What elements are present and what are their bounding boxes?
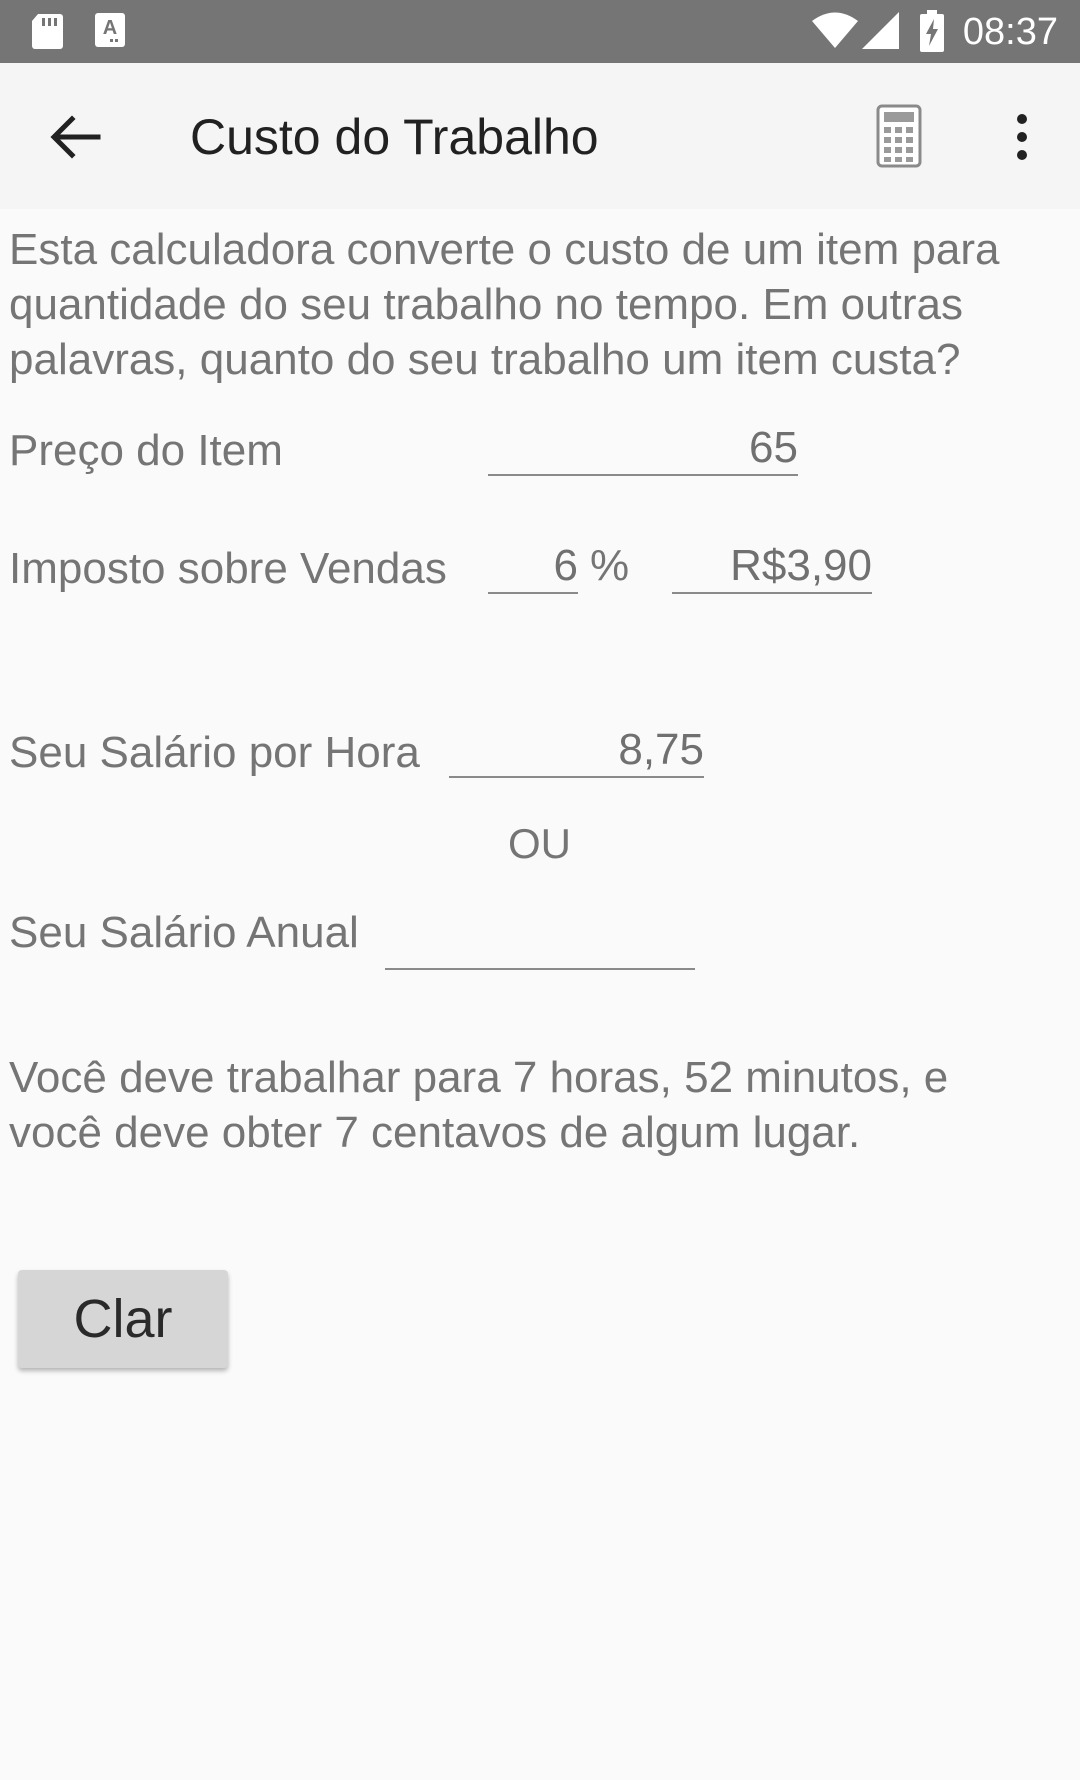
overflow-menu-button[interactable] <box>1005 107 1039 167</box>
wifi-icon <box>812 12 858 55</box>
result-text: Você deve trabalhar para 7 horas, 52 min… <box>9 1053 949 1157</box>
hourly-wage-input[interactable]: 8,75 <box>449 722 704 778</box>
percent-sign: % <box>590 541 630 590</box>
svg-text:A: A <box>103 17 117 39</box>
clear-button[interactable]: Clar <box>18 1270 228 1368</box>
back-button[interactable] <box>38 107 110 167</box>
or-label: OU <box>508 820 571 867</box>
item-price-label: Preço do Item <box>9 426 283 475</box>
calculator-icon <box>875 104 927 173</box>
annual-salary-input[interactable] <box>385 914 695 970</box>
app-title: Custo do Trabalho <box>190 109 599 165</box>
app-bar: Custo do Trabalho <box>0 63 1080 209</box>
arrow-back-icon <box>38 115 110 171</box>
sales-tax-percent-input[interactable]: 6 <box>488 538 578 594</box>
item-price-input[interactable]: 65 <box>488 420 798 476</box>
calculator-description: Esta calculadora converte o custo de um … <box>9 225 1000 384</box>
hourly-wage-label: Seu Salário por Hora <box>9 728 420 777</box>
more-vert-icon <box>1005 114 1039 171</box>
battery-charging-icon <box>920 10 944 57</box>
status-time: 08:37 <box>962 11 1058 53</box>
text-a-icon: A <box>94 12 126 53</box>
annual-salary-label: Seu Salário Anual <box>9 908 359 957</box>
sales-tax-label: Imposto sobre Vendas <box>9 544 447 593</box>
status-bar: A 08:37 <box>0 0 1080 63</box>
sd-card-icon <box>30 12 64 55</box>
signal-icon <box>862 12 900 55</box>
calculator-button[interactable] <box>875 103 927 169</box>
sales-tax-amount: R$3,90 <box>672 538 872 594</box>
